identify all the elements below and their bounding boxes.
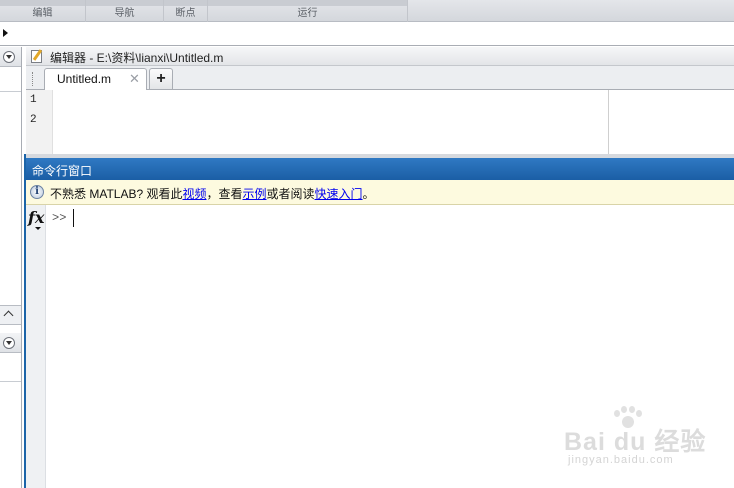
info-suffix: 。 (362, 187, 375, 201)
close-icon[interactable]: ✕ (129, 71, 140, 87)
right-text-limit-line (608, 90, 609, 154)
details-panel-header (0, 333, 21, 353)
info-icon: i (30, 185, 44, 199)
new-tab-button[interactable]: + (149, 68, 173, 89)
editor-document-icon (31, 50, 42, 63)
text-cursor (73, 209, 74, 227)
ribbon-group-breakpoints[interactable]: 断点 (164, 0, 208, 22)
current-folder-panel (0, 47, 22, 488)
ribbon-group-label: 导航 (114, 8, 135, 19)
line-number: 2 (30, 114, 37, 126)
info-middle: ，查看 (206, 187, 243, 201)
divider (0, 91, 21, 92)
line-number: 1 (30, 94, 37, 106)
chevron-down-icon[interactable] (35, 227, 41, 230)
ribbon-group-label: 运行 (297, 8, 318, 19)
editor-titlebar: 编辑器 - E:\资料\lianxi\Untitled.m (26, 47, 734, 66)
divider (0, 381, 21, 382)
drag-grip-icon[interactable] (32, 72, 35, 86)
getting-started-info-bar: i 不熟悉 MATLAB? 观看此视频，查看示例或者阅读快速入门。 (26, 180, 734, 205)
command-prompt: >> (52, 211, 67, 225)
panel-menu-icon[interactable] (3, 51, 15, 63)
editor-tab-bar: Untitled.m ✕ + (26, 66, 734, 90)
code-editor[interactable]: 1 2 (26, 90, 734, 154)
tab-label: Untitled.m (57, 72, 112, 86)
command-window[interactable]: fx >> (26, 205, 734, 488)
ribbon-group-edit[interactable]: 编辑 (0, 0, 86, 22)
ribbon-group-run[interactable]: 运行 (208, 0, 408, 22)
toolstrip-ribbon: 编辑 导航 断点 运行 (0, 0, 734, 22)
info-middle2: 或者阅读 (266, 187, 315, 201)
expand-arrow-icon[interactable] (3, 29, 8, 37)
current-folder-address-bar[interactable] (0, 22, 734, 46)
line-number-gutter: 1 2 (26, 90, 53, 154)
ribbon-group-navigate[interactable]: 导航 (86, 0, 164, 22)
tab-untitled[interactable]: Untitled.m ✕ (44, 68, 147, 90)
collapse-up-icon[interactable] (0, 305, 21, 325)
info-prefix: 不熟悉 MATLAB? 观看此 (50, 187, 183, 201)
info-message: 不熟悉 MATLAB? 观看此视频，查看示例或者阅读快速入门。 (50, 185, 375, 202)
details-menu-icon[interactable] (3, 337, 15, 349)
panel-header (0, 47, 21, 67)
command-window-title: 命令行窗口 (32, 164, 93, 178)
video-link[interactable]: 视频 (182, 187, 206, 201)
examples-link[interactable]: 示例 (243, 187, 267, 201)
function-browser-fx-icon[interactable]: fx (28, 208, 44, 227)
command-window-titlebar: 命令行窗口 (26, 158, 734, 180)
function-browser-column: fx (26, 205, 46, 488)
ribbon-group-label: 断点 (175, 8, 196, 19)
ribbon-group-label: 编辑 (32, 8, 53, 19)
getting-started-link[interactable]: 快速入门 (315, 187, 363, 201)
editor-title: 编辑器 - E:\资料\lianxi\Untitled.m (50, 51, 224, 65)
